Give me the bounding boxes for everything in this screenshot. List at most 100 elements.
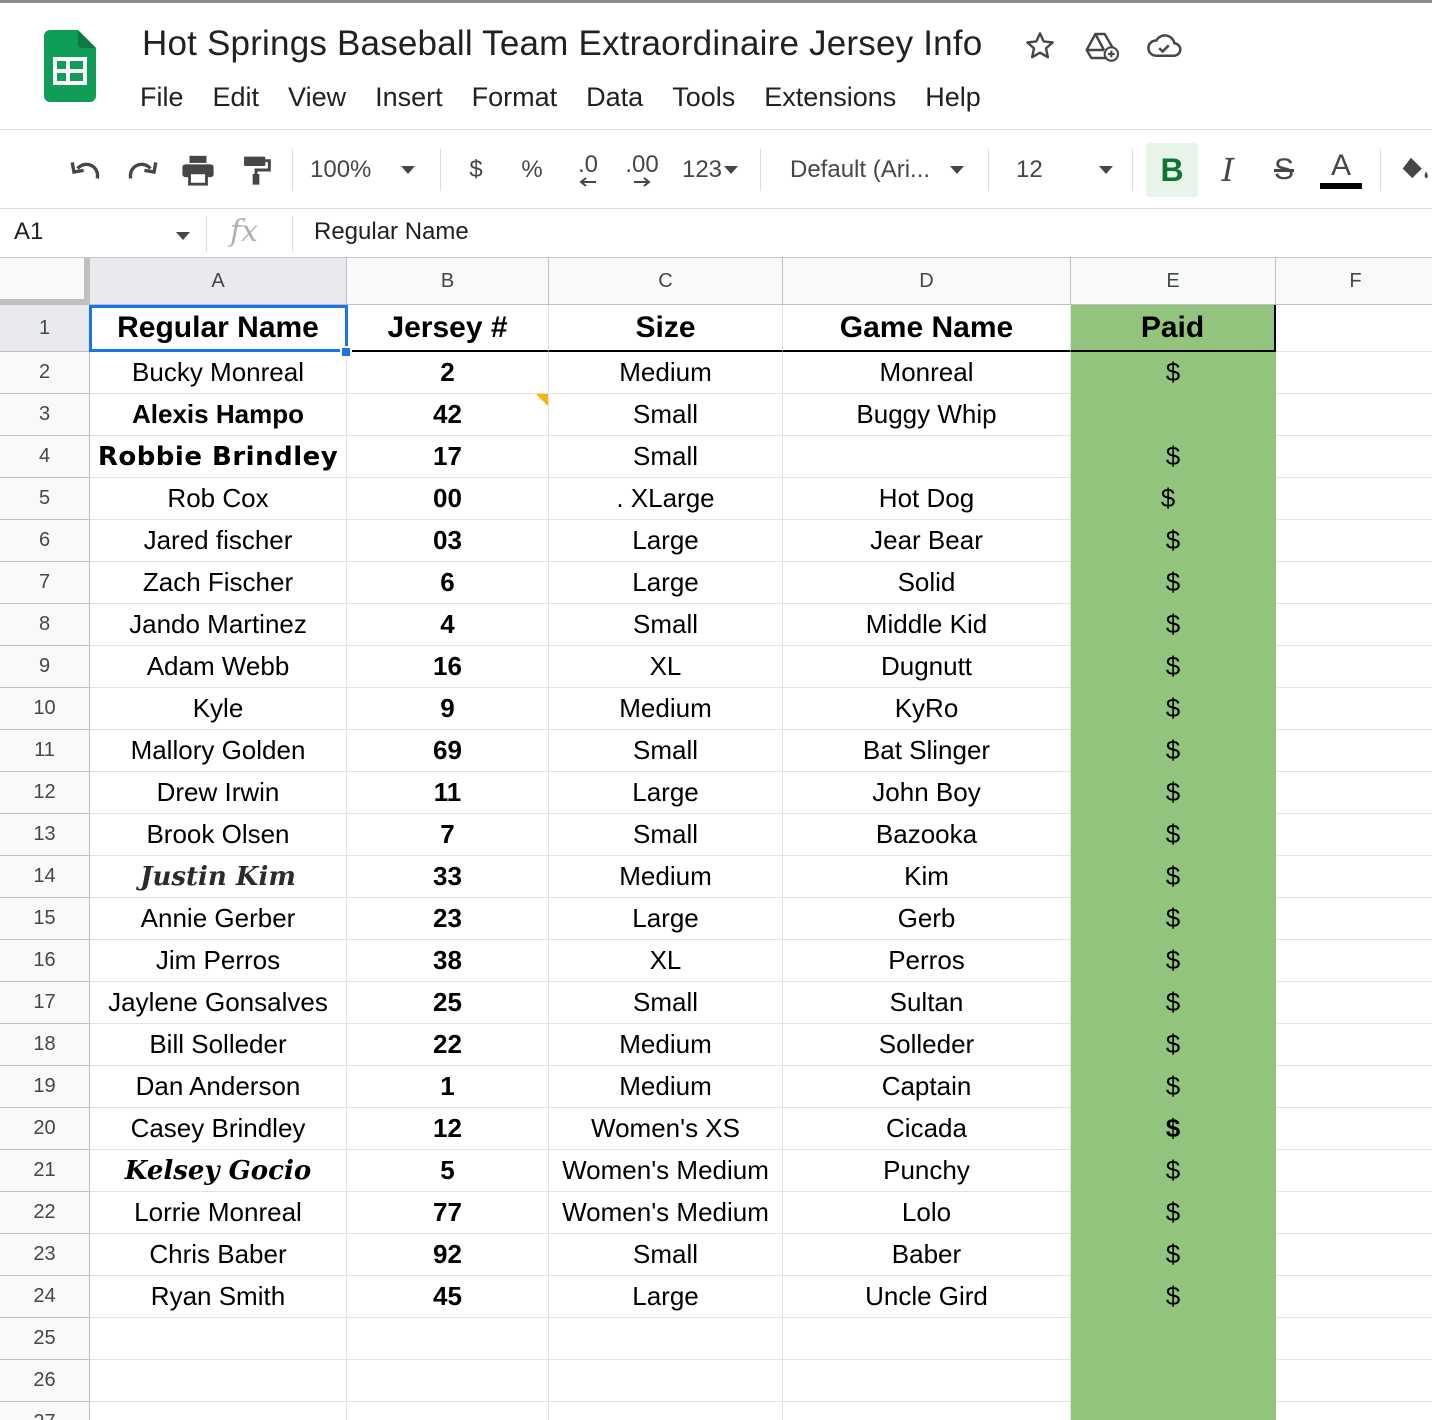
cell-f1[interactable] — [1276, 305, 1432, 352]
cell-b18[interactable]: 22 — [347, 1024, 549, 1066]
cell-f25[interactable] — [1276, 1318, 1432, 1360]
chevron-down-icon[interactable] — [176, 232, 190, 240]
decrease-decimal-button[interactable]: .0 — [566, 131, 610, 209]
cell-f15[interactable] — [1276, 898, 1432, 940]
cell-b7[interactable]: 6 — [347, 562, 549, 604]
menu-view[interactable]: View — [288, 80, 360, 115]
column-header-e[interactable]: E — [1071, 258, 1276, 305]
strikethrough-button[interactable]: S — [1260, 131, 1308, 209]
row-header-7[interactable]: 7 — [0, 562, 90, 604]
cell-b4[interactable]: 17 — [347, 436, 549, 478]
cell-d22[interactable]: Lolo — [783, 1192, 1071, 1234]
formula-input[interactable]: Regular Name — [314, 218, 469, 246]
cell-d11[interactable]: Bat Slinger — [783, 730, 1071, 772]
row-header-5[interactable]: 5 — [0, 478, 90, 520]
cell-a21[interactable]: Kelsey Gocio — [90, 1150, 347, 1192]
cell-c16[interactable]: XL — [549, 940, 783, 982]
row-header-1[interactable]: 1 — [0, 305, 90, 352]
cell-e20[interactable]: $ — [1071, 1108, 1276, 1150]
cell-f13[interactable] — [1276, 814, 1432, 856]
cell-a17[interactable]: Jaylene Gonsalves — [90, 982, 347, 1024]
cell-a22[interactable]: Lorrie Monreal — [90, 1192, 347, 1234]
cell-b17[interactable]: 25 — [347, 982, 549, 1024]
row-header-13[interactable]: 13 — [0, 814, 90, 856]
cell-e12[interactable]: $ — [1071, 772, 1276, 814]
menu-format[interactable]: Format — [472, 80, 572, 115]
header-cell-a[interactable]: Regular Name — [90, 305, 347, 352]
font-size-select[interactable]: 12 — [1016, 131, 1120, 209]
fill-color-icon[interactable] — [1398, 131, 1432, 209]
row-header-26[interactable]: 26 — [0, 1360, 90, 1402]
spreadsheet-grid[interactable]: A B C D E F 1 Regular Name Jersey # Size Game Name… — [0, 258, 1432, 1420]
cell-e2[interactable]: $ — [1071, 352, 1276, 394]
cell-e7[interactable]: $ — [1071, 562, 1276, 604]
cell-e10[interactable]: $ — [1071, 688, 1276, 730]
row-header-21[interactable]: 21 — [0, 1150, 90, 1192]
row-header-22[interactable]: 22 — [0, 1192, 90, 1234]
more-formats-button[interactable]: 123 — [676, 131, 744, 209]
cell-c20[interactable]: Women's XS — [549, 1108, 783, 1150]
cell-b24[interactable]: 45 — [347, 1276, 549, 1318]
cell-f23[interactable] — [1276, 1234, 1432, 1276]
row-header-4[interactable]: 4 — [0, 436, 90, 478]
cell-d26[interactable] — [783, 1360, 1071, 1402]
increase-decimal-button[interactable]: .00 — [620, 131, 664, 209]
menu-data[interactable]: Data — [586, 80, 657, 115]
row-header-8[interactable]: 8 — [0, 604, 90, 646]
cell-a12[interactable]: Drew Irwin — [90, 772, 347, 814]
cell-e3[interactable] — [1071, 394, 1276, 436]
italic-button[interactable]: I — [1204, 131, 1252, 209]
text-color-button[interactable]: A — [1318, 131, 1364, 209]
cell-a13[interactable]: Brook Olsen — [90, 814, 347, 856]
cell-f17[interactable] — [1276, 982, 1432, 1024]
cell-f19[interactable] — [1276, 1066, 1432, 1108]
redo-icon[interactable] — [118, 131, 166, 209]
cell-f12[interactable] — [1276, 772, 1432, 814]
cell-c7[interactable]: Large — [549, 562, 783, 604]
cell-e13[interactable]: $ — [1071, 814, 1276, 856]
font-select[interactable]: Default (Ari... — [790, 131, 970, 209]
column-header-a[interactable]: A — [90, 258, 347, 305]
cell-a5[interactable]: Rob Cox — [90, 478, 347, 520]
cell-c17[interactable]: Small — [549, 982, 783, 1024]
cell-e8[interactable]: $ — [1071, 604, 1276, 646]
cell-d18[interactable]: Solleder — [783, 1024, 1071, 1066]
cell-d21[interactable]: Punchy — [783, 1150, 1071, 1192]
zoom-select[interactable]: 100% — [310, 131, 428, 209]
cell-f18[interactable] — [1276, 1024, 1432, 1066]
cell-d16[interactable]: Perros — [783, 940, 1071, 982]
cell-e23[interactable]: $ — [1071, 1234, 1276, 1276]
row-header-17[interactable]: 17 — [0, 982, 90, 1024]
column-header-f[interactable]: F — [1276, 258, 1432, 305]
cell-f21[interactable] — [1276, 1150, 1432, 1192]
cell-f14[interactable] — [1276, 856, 1432, 898]
cell-c26[interactable] — [549, 1360, 783, 1402]
row-header-14[interactable]: 14 — [0, 856, 90, 898]
cell-b10[interactable]: 9 — [347, 688, 549, 730]
bold-button[interactable]: B — [1146, 143, 1198, 197]
cell-b3[interactable]: 42 — [347, 394, 549, 436]
cell-f26[interactable] — [1276, 1360, 1432, 1402]
cell-b27[interactable] — [347, 1402, 549, 1420]
row-header-6[interactable]: 6 — [0, 520, 90, 562]
cell-e22[interactable]: $ — [1071, 1192, 1276, 1234]
cell-b19[interactable]: 1 — [347, 1066, 549, 1108]
undo-icon[interactable] — [62, 131, 110, 209]
row-header-27[interactable]: 27 — [0, 1402, 90, 1420]
menu-help[interactable]: Help — [925, 80, 995, 115]
cell-a18[interactable]: Bill Solleder — [90, 1024, 347, 1066]
cell-c3[interactable]: Small — [549, 394, 783, 436]
cell-c6[interactable]: Large — [549, 520, 783, 562]
row-header-25[interactable]: 25 — [0, 1318, 90, 1360]
cell-c13[interactable]: Small — [549, 814, 783, 856]
cell-d9[interactable]: Dugnutt — [783, 646, 1071, 688]
cell-b6[interactable]: 03 — [347, 520, 549, 562]
row-header-12[interactable]: 12 — [0, 772, 90, 814]
cell-f2[interactable] — [1276, 352, 1432, 394]
cell-c12[interactable]: Large — [549, 772, 783, 814]
cell-e21[interactable]: $ — [1071, 1150, 1276, 1192]
cell-b14[interactable]: 33 — [347, 856, 549, 898]
row-header-2[interactable]: 2 — [0, 352, 90, 394]
cell-d8[interactable]: Middle Kid — [783, 604, 1071, 646]
cell-a9[interactable]: Adam Webb — [90, 646, 347, 688]
